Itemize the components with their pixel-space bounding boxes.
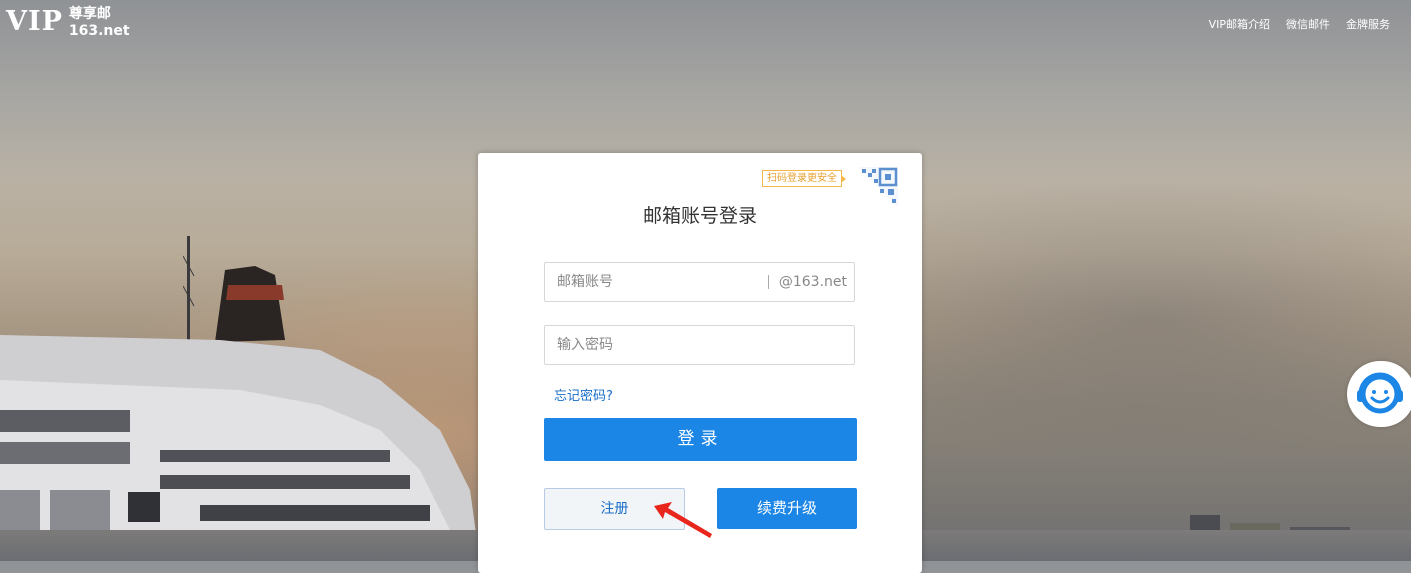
logo-name: 尊享邮	[68, 6, 111, 22]
red-arrow-annotation	[654, 502, 712, 538]
logo-domain: 163.net	[68, 23, 130, 39]
login-title: 邮箱账号登录	[642, 205, 757, 227]
field-separator	[767, 275, 769, 289]
account-field: @163.net	[544, 262, 855, 302]
vip-logo[interactable]: VIP 尊享邮 163.net	[6, 6, 130, 39]
customer-service-icon	[1357, 372, 1403, 414]
nav-vip-intro[interactable]: VIP邮箱介绍	[1209, 16, 1270, 32]
logo-vip-text: VIP	[6, 6, 63, 37]
nav-wechat-mail[interactable]: 微信邮件	[1286, 16, 1330, 32]
nav-gold-service[interactable]: 金牌服务	[1346, 16, 1390, 32]
customer-service-button[interactable]	[1347, 361, 1411, 427]
renew-upgrade-button[interactable]: 续费升级	[717, 488, 857, 529]
background-cruise-ship	[0, 266, 480, 561]
account-input[interactable]	[545, 263, 768, 301]
top-navigation: VIP邮箱介绍 微信邮件 金牌服务	[1209, 16, 1390, 32]
qr-login-tip[interactable]: 扫码登录更安全	[762, 170, 846, 187]
login-button[interactable]: 登录	[544, 418, 857, 461]
forgot-password-link[interactable]: 忘记密码?	[554, 385, 613, 404]
password-input[interactable]	[545, 326, 854, 364]
password-field	[544, 325, 855, 365]
domain-suffix: @163.net	[778, 274, 847, 290]
